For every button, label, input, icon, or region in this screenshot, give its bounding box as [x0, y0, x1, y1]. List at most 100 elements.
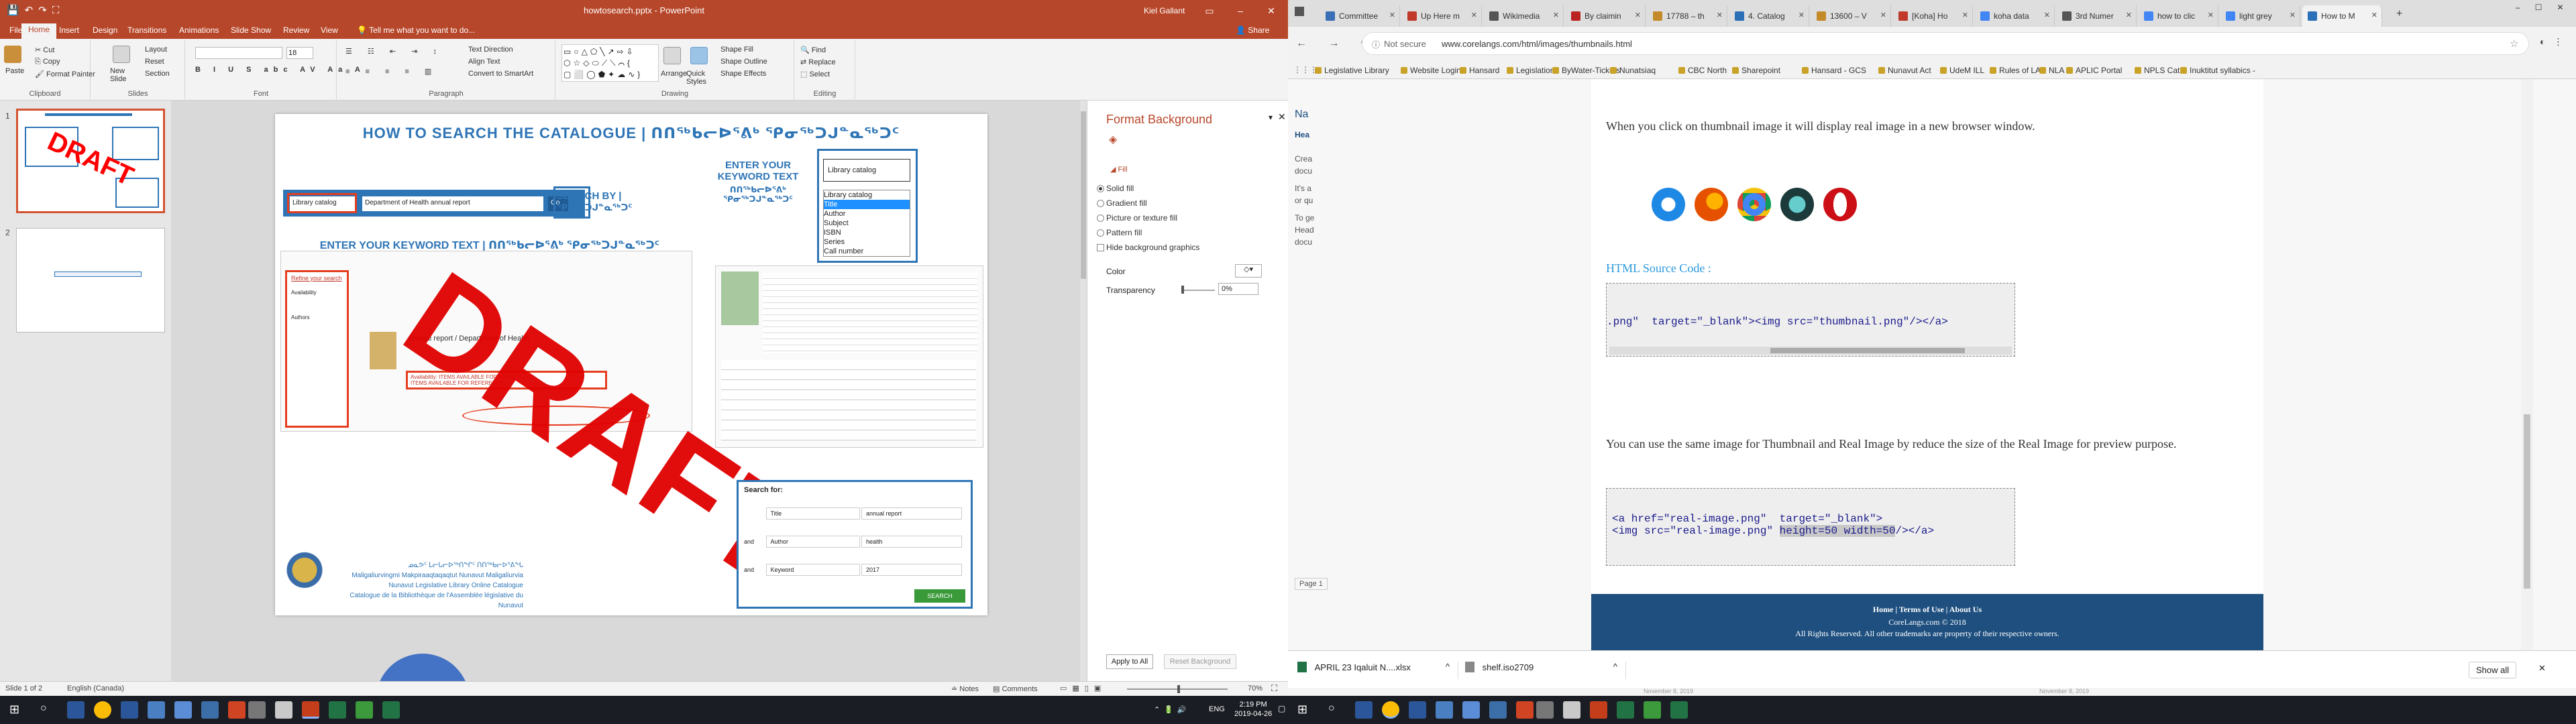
tab-close-icon[interactable]: ✕: [1553, 11, 1559, 19]
share-button[interactable]: 👤 Share: [1229, 24, 1276, 36]
gradient-fill-option[interactable]: Gradient fill: [1097, 198, 1147, 208]
bookmark-item[interactable]: Rules of LA: [1990, 66, 2041, 75]
omnibox[interactable]: ⓘ Not secure www.corelangs.com/html/imag…: [1362, 32, 2529, 55]
browser-tab[interactable]: Committee ✕: [1320, 5, 1400, 27]
pattern-fill-option[interactable]: Pattern fill: [1096, 228, 1142, 237]
tab-close-icon[interactable]: ✕: [2290, 11, 2296, 19]
chrome-icon[interactable]: [1382, 701, 1399, 719]
not-secure-label[interactable]: Not secure: [1384, 39, 1426, 49]
paste-icon[interactable]: [4, 46, 21, 63]
fill-section-header[interactable]: ◢ Fill: [1110, 165, 1128, 174]
browser-tab[interactable]: how to clic ✕: [2139, 5, 2218, 27]
replace-button[interactable]: ⇄ Replace: [800, 58, 836, 66]
ribbon-display-icon[interactable]: ▭: [1194, 0, 1225, 21]
slide-canvas[interactable]: HOW TO SEARCH THE CATALOGUE | ᑎᑎᖅᑲᓕᐅᕐᕕᒃ …: [275, 114, 987, 615]
slide-thumbnail-2[interactable]: [16, 228, 165, 333]
app-icon-4[interactable]: [356, 701, 373, 719]
code-block-2[interactable]: <a href="real-image.png" target="_blank"…: [1606, 488, 2015, 566]
tab-home[interactable]: Home: [21, 23, 57, 39]
tab-close-icon[interactable]: ✕: [2371, 11, 2377, 19]
bookmark-item[interactable]: Inuktitut syllabics -: [2180, 66, 2255, 75]
bookmark-star-icon[interactable]: ☆: [2510, 38, 2518, 50]
minimize-icon[interactable]: –: [1225, 0, 1256, 21]
show-all-button[interactable]: Show all: [2469, 662, 2517, 678]
bookmark-item[interactable]: Legislation: [1507, 66, 1554, 75]
outlook-icon[interactable]: [1355, 701, 1373, 719]
excel-icon[interactable]: [1617, 701, 1634, 719]
transparency-slider[interactable]: [1181, 290, 1215, 291]
download-1-menu-icon[interactable]: ^: [1446, 662, 1450, 672]
tab-close-icon[interactable]: ✕: [1717, 11, 1723, 19]
browser-tab[interactable]: 17788 – th ✕: [1648, 5, 1727, 27]
reset-button[interactable]: Reset: [145, 58, 164, 66]
hide-bg-graphics-checkbox[interactable]: Hide background graphics: [1096, 243, 1199, 252]
browser-tab[interactable]: 4. Catalog ✕: [1729, 5, 1809, 27]
bookmark-item[interactable]: Nunavut Act: [1878, 66, 1931, 75]
editor-scrollbar-thumb[interactable]: [1081, 111, 1086, 279]
quick-styles-icon[interactable]: [690, 47, 708, 64]
extension-icons[interactable]: ◐⋮: [2540, 36, 2571, 48]
color-picker-button[interactable]: ◇▾: [1235, 264, 1262, 278]
bookmark-item[interactable]: Hansard: [1460, 66, 1499, 75]
browser-tab[interactable]: How to M ✕: [2302, 5, 2382, 27]
tab-close-icon[interactable]: ✕: [1962, 11, 1968, 19]
align-text-button[interactable]: Align Text: [468, 58, 500, 66]
downloads-close-icon[interactable]: ✕: [2538, 663, 2546, 674]
bookmark-item[interactable]: Sharepoint: [1732, 66, 1780, 75]
transparency-slider-thumb[interactable]: [1181, 286, 1184, 294]
word-icon[interactable]: [1409, 701, 1426, 719]
app-icon-2[interactable]: [201, 701, 219, 719]
start-windows-icon[interactable]: ⊞: [1297, 703, 1307, 717]
network-icon[interactable]: [1436, 701, 1453, 719]
convert-smartart-button[interactable]: Convert to SmartArt: [468, 70, 533, 78]
tab-transitions[interactable]: Transitions: [121, 24, 173, 36]
bookmark-item[interactable]: APLIC Portal: [2066, 66, 2122, 75]
bookmark-item[interactable]: Hansard - GCS: [1802, 66, 1866, 75]
excel-icon-2[interactable]: [1670, 701, 1688, 719]
browser-tab[interactable]: 3rd Numer ✕: [2057, 5, 2137, 27]
comments-button[interactable]: ▤ Comments: [993, 684, 1038, 693]
apply-to-all-button[interactable]: Apply to All: [1106, 654, 1153, 669]
clock[interactable]: 2:19 PM 2019-04-26: [1234, 700, 1272, 719]
powerpoint-icon[interactable]: [1590, 701, 1607, 719]
tab-insert[interactable]: Insert: [52, 24, 86, 36]
app-icon-4[interactable]: [1644, 701, 1661, 719]
bookmark-item[interactable]: CBC North: [1678, 66, 1727, 75]
tab-close-icon[interactable]: ✕: [1799, 11, 1805, 19]
adobe-icon[interactable]: [228, 701, 246, 719]
section-button[interactable]: Section: [145, 70, 170, 78]
search-icon[interactable]: ○: [40, 703, 47, 715]
bookmark-item[interactable]: UdeM ILL: [1940, 66, 1984, 75]
shapes-gallery[interactable]: ▭○△⬠╲↗⇨⇩ ⬡☆◇⬭⟋⟍⌒{▢⬜◯⬟✦☁∿}: [561, 44, 659, 82]
shape-effects-button[interactable]: Shape Effects: [720, 70, 766, 78]
zoom-level[interactable]: 70%: [1248, 684, 1263, 692]
outlook-icon[interactable]: [67, 701, 85, 719]
tab-review[interactable]: Review: [276, 24, 316, 36]
tab-close-icon[interactable]: ✕: [2044, 11, 2050, 19]
new-slide-icon[interactable]: [113, 46, 130, 63]
close-icon[interactable]: ✕: [1256, 0, 1287, 21]
notification-icon[interactable]: ▢: [1278, 704, 1285, 713]
shape-fill-button[interactable]: Shape Fill: [720, 46, 753, 54]
profile-icon[interactable]: [1295, 7, 1304, 16]
network-icon[interactable]: [148, 701, 165, 719]
bookmark-item[interactable]: NPLS Cat: [2135, 66, 2180, 75]
code-block-1[interactable]: .png" target="_blank"><img src="thumbnai…: [1606, 283, 2015, 357]
bookmark-item[interactable]: Website Login: [1401, 66, 1461, 75]
pane-options-icon[interactable]: ▾: [1269, 113, 1273, 122]
new-slide-button[interactable]: New Slide: [110, 67, 137, 83]
fill-bucket-icon[interactable]: ◈: [1109, 133, 1124, 146]
bookmark-item[interactable]: Legislative Library: [1315, 66, 1389, 75]
download-item-2[interactable]: shelf.iso2709 ^: [1465, 662, 1626, 679]
pane-close-icon[interactable]: ✕: [1278, 111, 1286, 123]
notes-button[interactable]: ≐ Notes: [951, 684, 979, 693]
download-item-1[interactable]: APRIL 23 Iqaluit N....xlsx ^: [1297, 662, 1458, 679]
tab-view[interactable]: View: [314, 24, 345, 36]
powerpoint-icon[interactable]: [302, 701, 319, 719]
tab-close-icon[interactable]: ✕: [2208, 11, 2214, 19]
tab-animations[interactable]: Animations: [172, 24, 225, 36]
slide-thumbnail-1[interactable]: DRAFT: [16, 109, 165, 213]
browser-tab[interactable]: By claimin ✕: [1566, 5, 1646, 27]
maximize-icon[interactable]: ☐: [2535, 3, 2542, 12]
zoom-slider-thumb[interactable]: [1177, 685, 1180, 693]
